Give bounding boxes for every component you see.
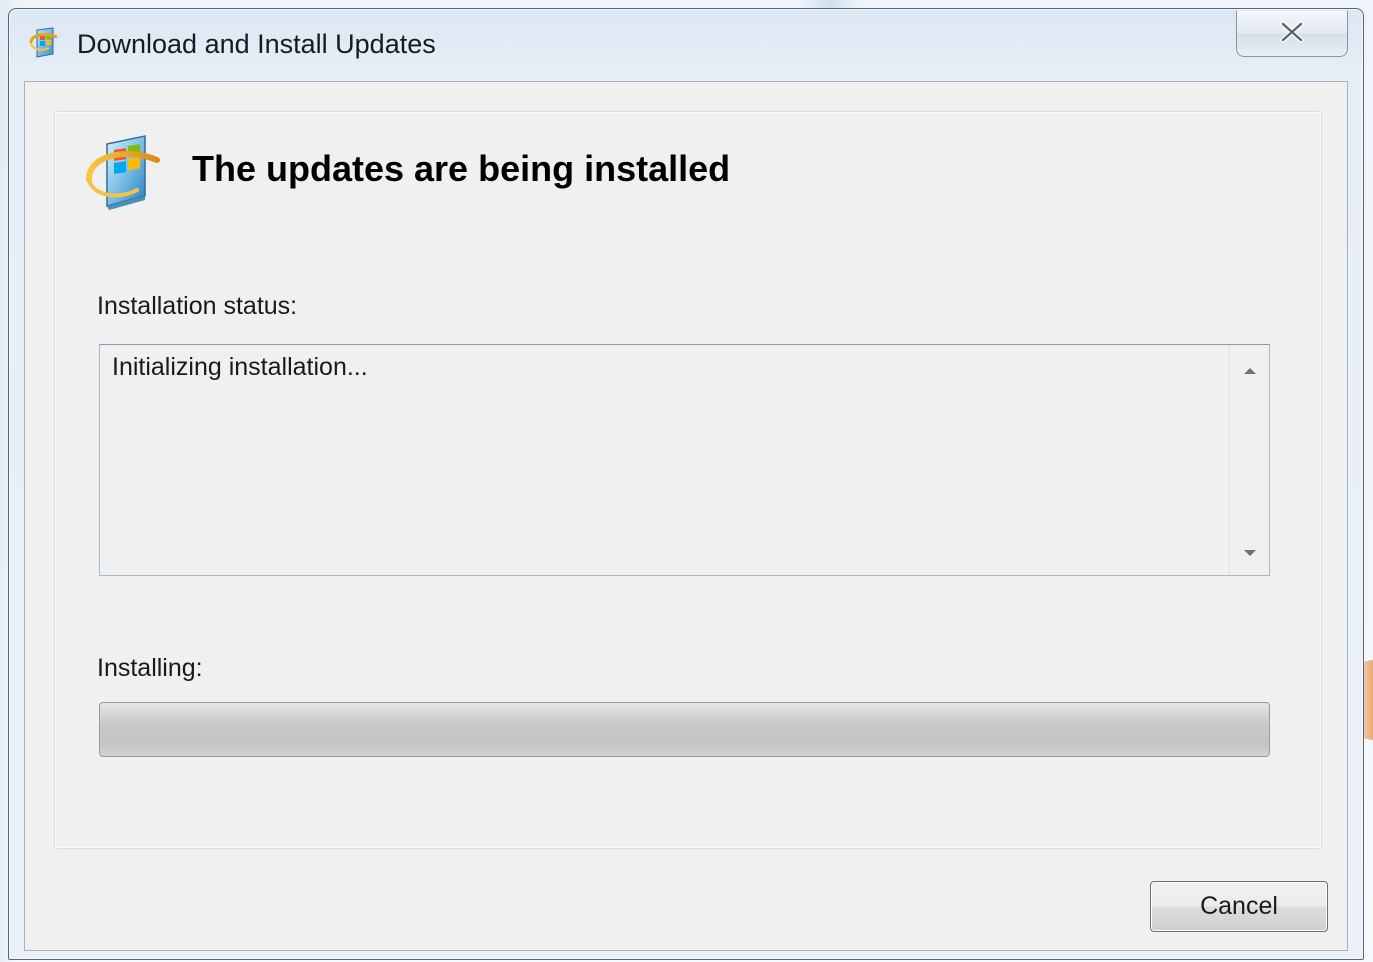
window-title: Download and Install Updates <box>77 29 436 59</box>
content-panel: The updates are being installed Installa… <box>54 111 1322 849</box>
chevron-down-icon <box>1243 542 1257 561</box>
scroll-up-button[interactable] <box>1230 349 1270 389</box>
installation-status-text: Initializing installation... <box>112 353 368 381</box>
installation-progress-bar <box>99 702 1270 757</box>
scroll-down-button[interactable] <box>1230 531 1270 571</box>
windows-update-icon <box>29 27 59 59</box>
installation-status-box[interactable]: Initializing installation... <box>99 344 1270 576</box>
chevron-up-icon <box>1243 360 1257 379</box>
close-button[interactable] <box>1236 11 1348 57</box>
title-bar[interactable]: Download and Install Updates <box>9 9 1363 81</box>
vertical-scrollbar[interactable] <box>1229 345 1269 575</box>
page-heading: The updates are being installed <box>192 148 731 189</box>
cancel-button[interactable]: Cancel <box>1150 881 1328 932</box>
close-icon <box>1279 21 1305 47</box>
installing-label: Installing: <box>97 654 203 682</box>
dialog-client-area: The updates are being installed Installa… <box>24 81 1348 951</box>
dialog-window: Download and Install Updates The updates… <box>8 8 1364 960</box>
windows-update-icon <box>85 134 161 212</box>
installation-status-label: Installation status: <box>97 292 298 320</box>
